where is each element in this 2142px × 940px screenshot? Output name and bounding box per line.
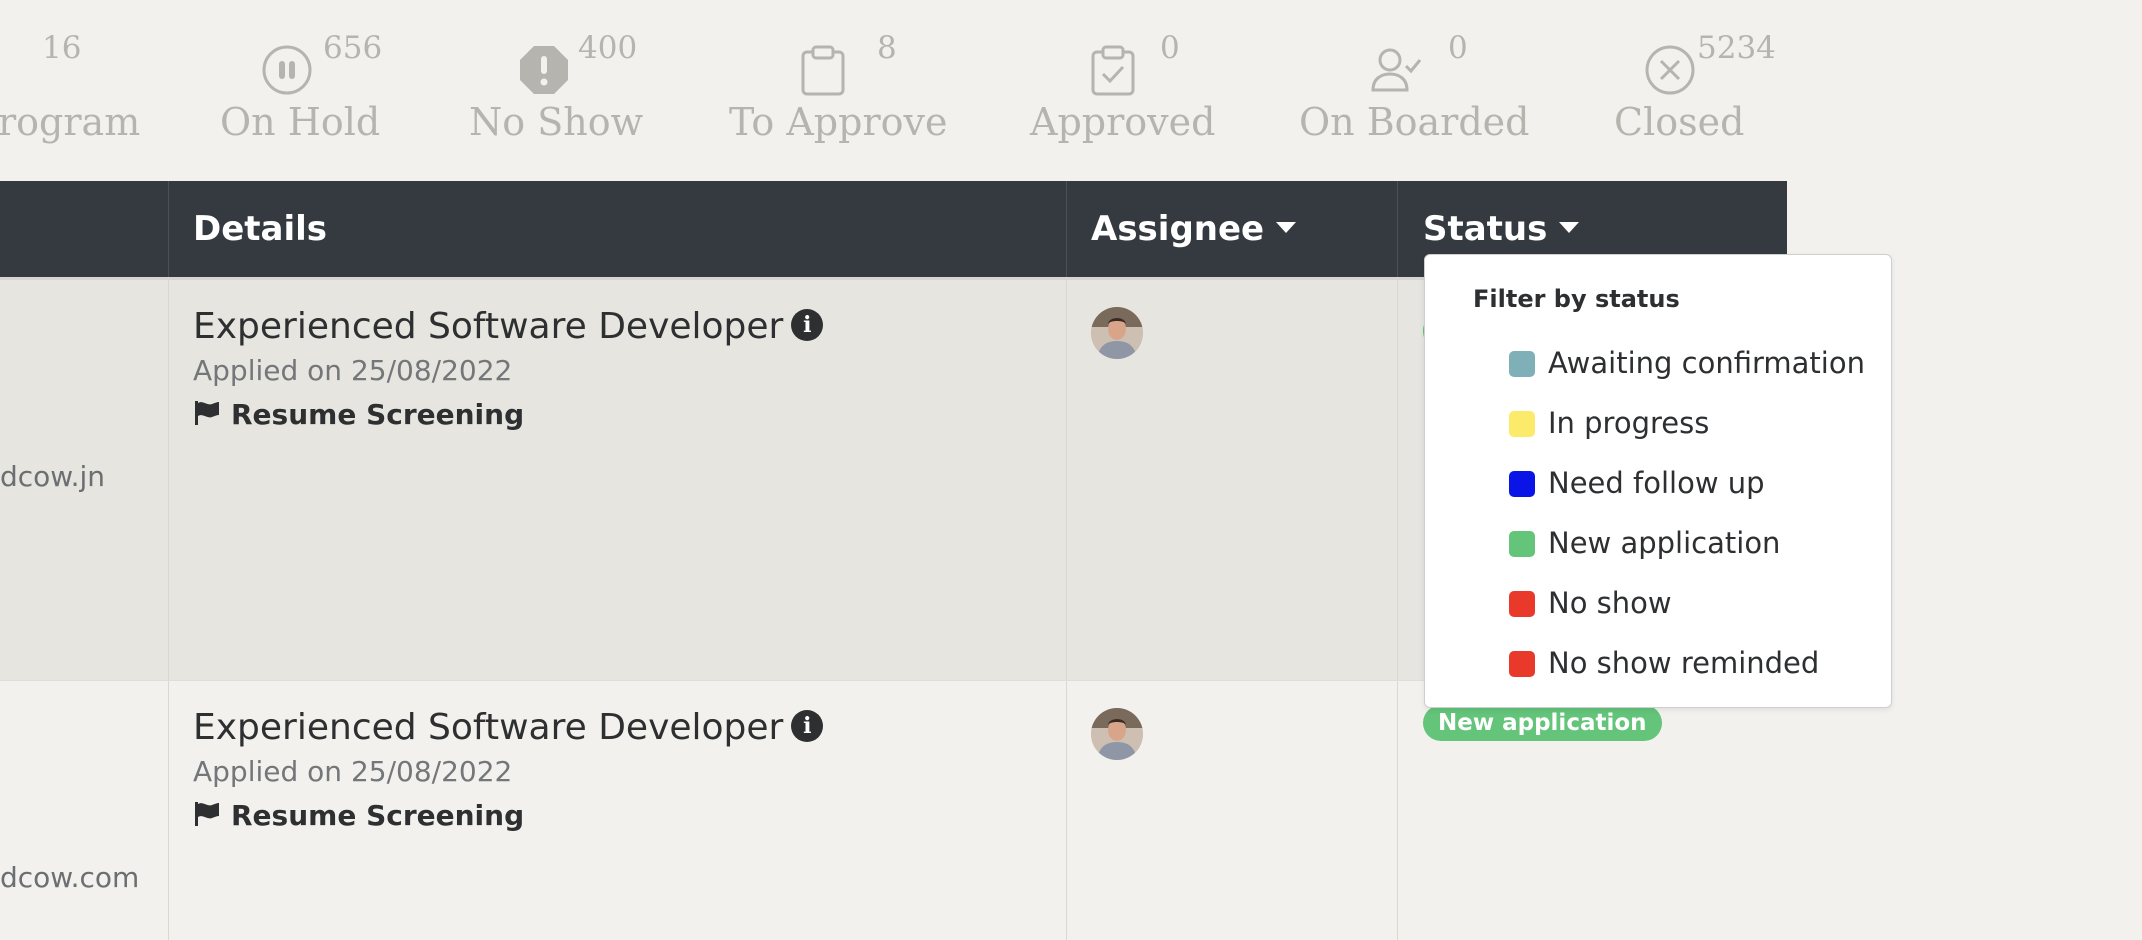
- stat-program[interactable]: 16 rogram: [0, 0, 140, 180]
- status-badge[interactable]: New application: [1423, 705, 1662, 741]
- job-title: Experienced Software Developer i: [193, 707, 824, 748]
- status-color-swatch: [1509, 411, 1535, 437]
- job-title-text[interactable]: Experienced Software Developer: [193, 707, 783, 748]
- status-color-swatch: [1509, 531, 1535, 557]
- stat-count: 0: [1448, 30, 1468, 66]
- assignee-avatar[interactable]: [1091, 708, 1143, 760]
- clipboard-check-icon: [1087, 44, 1139, 96]
- stat-label: On Boarded: [1299, 100, 1530, 144]
- column-divider: [1397, 280, 1398, 680]
- stat-label: No Show: [469, 100, 644, 144]
- status-color-swatch: [1509, 471, 1535, 497]
- column-divider: [1397, 181, 1398, 277]
- column-header-details: Details: [193, 181, 327, 277]
- candidate-email: dcow.jn: [0, 460, 106, 493]
- status-option-label: Awaiting confirmation: [1548, 346, 1865, 380]
- info-icon[interactable]: i: [791, 309, 824, 341]
- stat-label: Closed: [1614, 100, 1745, 144]
- status-option-label: No show: [1548, 586, 1672, 620]
- stat-count: 656: [323, 30, 383, 66]
- alert-octagon-icon: [518, 44, 570, 96]
- status-filter-dropdown: Filter by status Awaiting confirmation I…: [1424, 254, 1892, 708]
- column-header-label: Status: [1423, 209, 1548, 249]
- stat-count: 0: [1160, 30, 1180, 66]
- stat-label: Approved: [1030, 100, 1216, 144]
- pipeline-stage-label: Resume Screening: [231, 398, 525, 431]
- table-row[interactable]: dcow.com Experienced Software Developer i…: [0, 680, 1787, 940]
- candidate-email: dcow.com: [0, 861, 140, 894]
- job-title-text[interactable]: Experienced Software Developer: [193, 306, 783, 347]
- chevron-right-icon: [0, 44, 32, 96]
- applied-date: Applied on 25/08/2022: [193, 354, 513, 387]
- stat-count: 400: [578, 30, 638, 66]
- dropdown-title: Filter by status: [1473, 285, 1680, 313]
- column-header-label: Details: [193, 209, 328, 249]
- column-divider: [1066, 681, 1067, 940]
- job-title: Experienced Software Developer i: [193, 306, 824, 347]
- clipboard-icon: [797, 44, 849, 96]
- stat-label: To Approve: [729, 100, 948, 144]
- status-color-swatch: [1509, 351, 1535, 377]
- stat-closed[interactable]: 5234 Closed: [1614, 0, 1794, 180]
- flag-icon: [193, 800, 221, 828]
- column-divider: [168, 280, 169, 680]
- info-icon[interactable]: i: [791, 710, 824, 742]
- pipeline-stage-label: Resume Screening: [231, 799, 525, 832]
- pipeline-stage: Resume Screening: [193, 398, 524, 431]
- stat-no-show[interactable]: 400 No Show: [468, 0, 648, 180]
- status-option-label: No show reminded: [1548, 646, 1820, 680]
- assignee-avatar[interactable]: [1091, 307, 1143, 359]
- stat-count: 8: [877, 30, 897, 66]
- column-divider: [168, 181, 169, 277]
- status-color-swatch: [1509, 591, 1535, 617]
- stat-on-hold[interactable]: 656 On Hold: [215, 0, 395, 180]
- column-divider: [168, 681, 169, 940]
- pipeline-stage: Resume Screening: [193, 799, 524, 832]
- stat-label: rogram: [0, 100, 141, 144]
- stat-count: 5234: [1697, 30, 1776, 66]
- stat-to-approve[interactable]: 8 To Approve: [729, 0, 947, 180]
- stat-approved[interactable]: 0 Approved: [1029, 0, 1215, 180]
- column-divider: [1066, 280, 1067, 680]
- caret-down-icon: [1276, 222, 1297, 233]
- status-option-label: In progress: [1548, 406, 1710, 440]
- status-option-label: New application: [1548, 526, 1781, 560]
- user-check-icon: [1370, 44, 1422, 96]
- flag-icon: [193, 399, 221, 427]
- column-divider: [1397, 681, 1398, 940]
- stat-count: 16: [42, 30, 82, 66]
- column-header-label: Assignee: [1091, 209, 1265, 249]
- stat-on-boarded[interactable]: 0 On Boarded: [1298, 0, 1529, 180]
- stat-label: On Hold: [220, 100, 381, 144]
- x-circle-icon: [1644, 44, 1696, 96]
- applied-date: Applied on 25/08/2022: [193, 755, 513, 788]
- pause-circle-icon: [261, 44, 313, 96]
- column-header-assignee[interactable]: Assignee: [1091, 181, 1297, 277]
- status-option-label: Need follow up: [1548, 466, 1765, 500]
- caret-down-icon: [1559, 222, 1580, 233]
- column-divider: [1066, 181, 1067, 277]
- status-color-swatch: [1509, 651, 1535, 677]
